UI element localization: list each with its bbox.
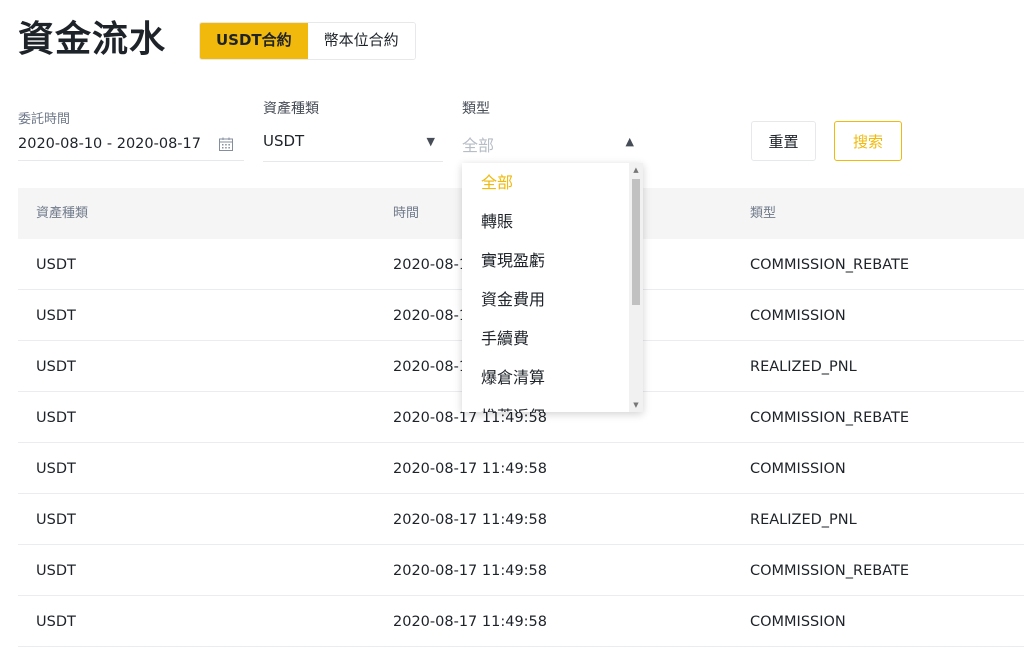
type-option-funding-fee[interactable]: 資金費用 — [462, 280, 629, 319]
cell-type: COMMISSION — [750, 308, 846, 324]
tab-usdt-contract[interactable]: USDT合約 — [200, 23, 308, 59]
cell-asset: USDT — [36, 614, 76, 630]
caret-down-icon[interactable]: ▼ — [427, 135, 435, 148]
caret-up-icon[interactable]: ▲ — [626, 135, 634, 148]
cell-time: 2020-08-17 11:49:58 — [393, 461, 547, 477]
cell-type: REALIZED_PNL — [750, 512, 857, 528]
scroll-down-icon[interactable]: ▼ — [629, 398, 643, 412]
page-title: 資金流水 — [18, 19, 167, 60]
cell-time: 2020-08-17 11:49:58 — [393, 563, 547, 579]
cell-asset: USDT — [36, 308, 76, 324]
tab-coin-contract[interactable]: 幣本位合約 — [307, 23, 415, 59]
reset-button[interactable]: 重置 — [751, 121, 816, 161]
date-range-value[interactable]: 2020-08-10 - 2020-08-17 — [18, 136, 201, 152]
cell-type: COMMISSION — [750, 461, 846, 477]
search-button[interactable]: 搜索 — [834, 121, 902, 161]
cell-type: COMMISSION — [750, 614, 846, 630]
asset-type-filter[interactable]: 資產種類 USDT ▼ — [263, 98, 443, 162]
type-option-transfer[interactable]: 轉賬 — [462, 202, 629, 241]
cell-asset: USDT — [36, 512, 76, 528]
cell-asset: USDT — [36, 359, 76, 375]
asset-type-underline — [263, 161, 443, 162]
calendar-icon[interactable] — [218, 136, 234, 152]
cell-asset: USDT — [36, 461, 76, 477]
scrollbar-thumb[interactable] — [632, 179, 640, 305]
type-option-referral[interactable]: 推薦返佣 — [462, 397, 629, 412]
type-option-realized-pnl[interactable]: 實現盈虧 — [462, 241, 629, 280]
table-row: USDT 2020-08-17 11:49:58 COMMISSION — [18, 596, 1024, 647]
contract-tabs: USDT合約 幣本位合約 — [199, 22, 416, 60]
cell-type: REALIZED_PNL — [750, 359, 857, 375]
type-option-commission[interactable]: 手續費 — [462, 319, 629, 358]
cell-time: 2020-08-17 11:49:58 — [393, 512, 547, 528]
cell-asset: USDT — [36, 257, 76, 273]
scroll-up-icon[interactable]: ▲ — [629, 163, 643, 177]
table-row: USDT 2020-08-17 11:49:58 COMMISSION — [18, 443, 1024, 494]
type-option-liquidation[interactable]: 爆倉清算 — [462, 358, 629, 397]
dropdown-scrollbar[interactable]: ▲ ▼ — [629, 163, 643, 412]
table-row: USDT 2020-08-17 11:49:58 COMMISSION_REBA… — [18, 545, 1024, 596]
header-asset-type: 資產種類 — [36, 206, 89, 221]
type-option-all[interactable]: 全部 — [462, 163, 629, 202]
cell-type: COMMISSION_REBATE — [750, 563, 910, 579]
type-filter[interactable]: 類型 全部 ▲ — [462, 98, 642, 162]
cell-time: 2020-08-17 11:49:58 — [393, 614, 547, 630]
cell-asset: USDT — [36, 410, 76, 426]
date-range-label: 委託時間 — [18, 112, 71, 127]
cell-asset: USDT — [36, 563, 76, 579]
date-range-underline — [18, 160, 244, 161]
type-dropdown-menu: 全部 轉賬 實現盈虧 資金費用 手續費 爆倉清算 推薦返佣 ▲ ▼ — [462, 163, 643, 412]
type-dropdown-list: 全部 轉賬 實現盈虧 資金費用 手續費 爆倉清算 推薦返佣 — [462, 163, 629, 412]
type-label: 類型 — [462, 101, 490, 117]
asset-type-label: 資產種類 — [263, 101, 319, 117]
asset-type-value[interactable]: USDT — [263, 132, 304, 150]
header-type: 類型 — [750, 206, 777, 221]
table-row: USDT 2020-08-17 11:49:58 REALIZED_PNL — [18, 494, 1024, 545]
cell-type: COMMISSION_REBATE — [750, 410, 910, 426]
cell-type: COMMISSION_REBATE — [750, 257, 910, 273]
type-select-value[interactable]: 全部 — [462, 132, 494, 156]
date-range-filter[interactable]: 委託時間 2020-08-10 - 2020-08-17 — [18, 108, 244, 162]
header-time: 時間 — [393, 206, 420, 221]
